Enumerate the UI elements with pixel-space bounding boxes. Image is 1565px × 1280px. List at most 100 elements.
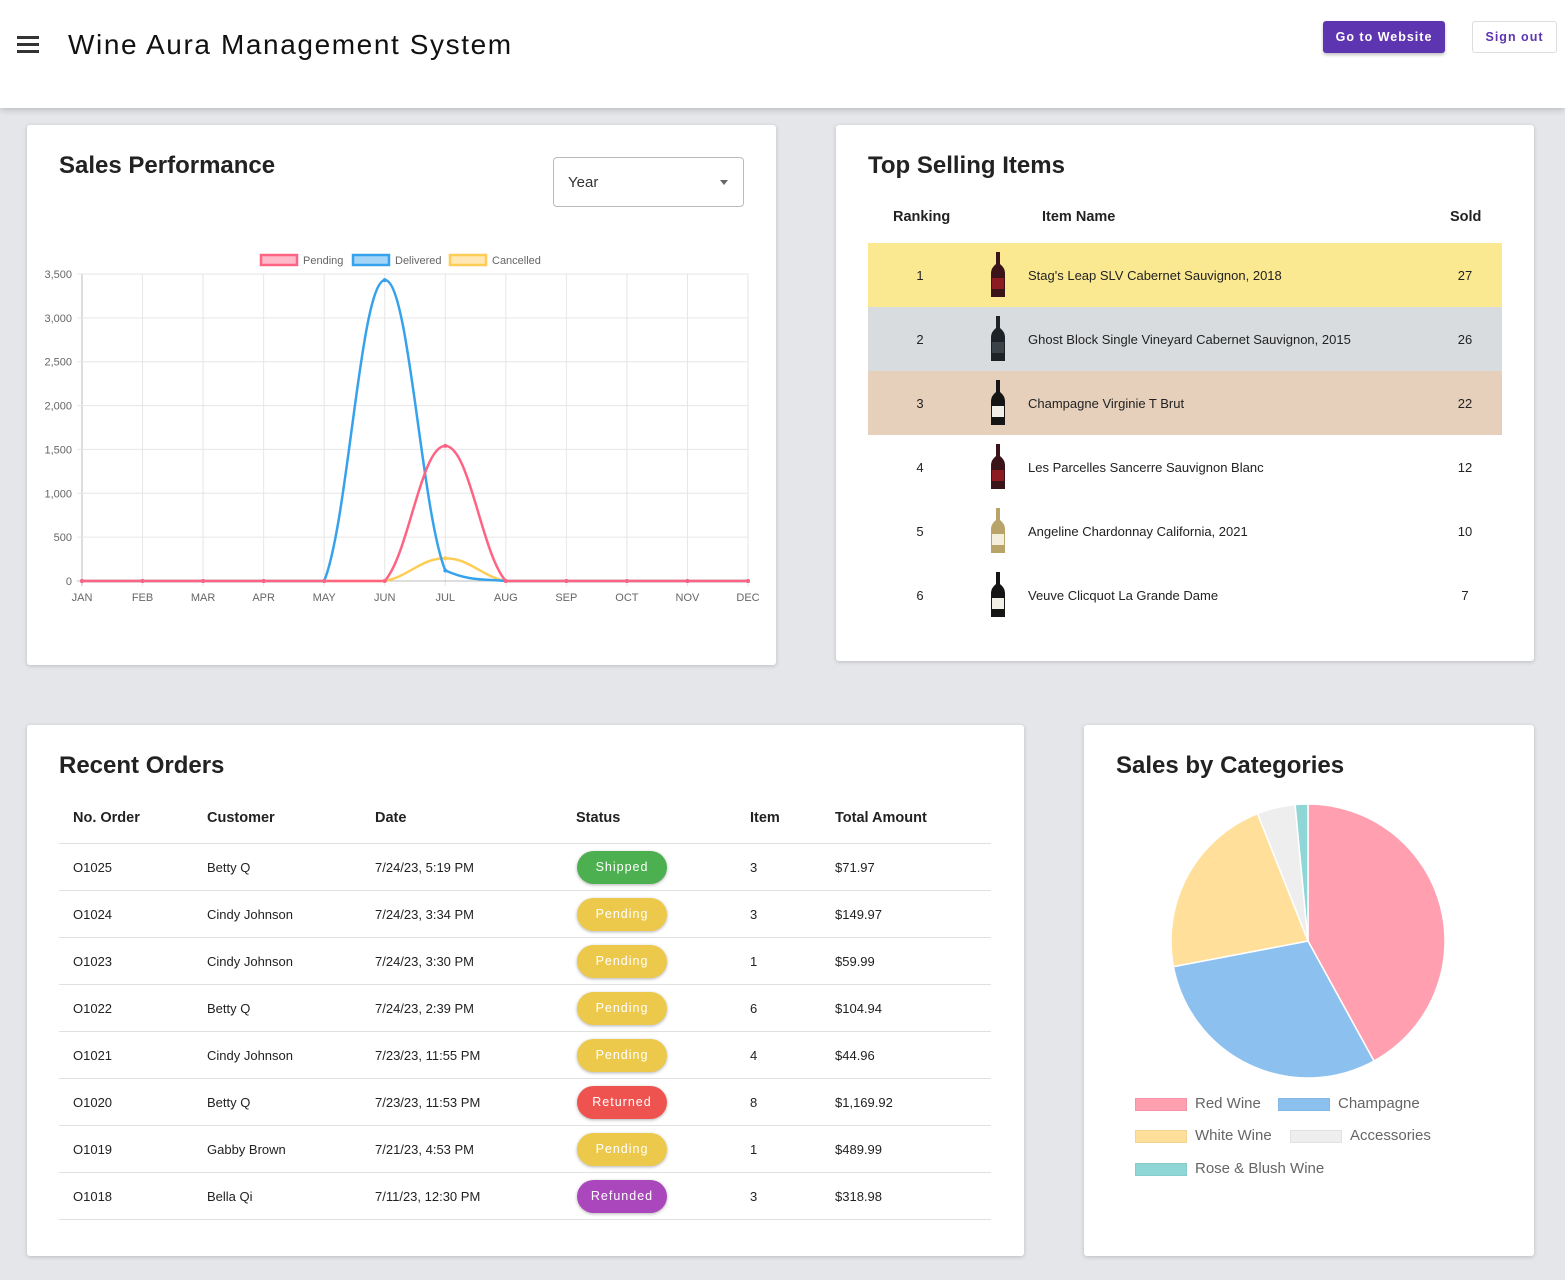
status-badge: Shipped (577, 851, 667, 884)
item-sold-count: 26 (1457, 332, 1473, 347)
y-tick-label: 1,000 (44, 488, 72, 500)
order-date: 7/24/23, 5:19 PM (375, 860, 475, 875)
legend-label[interactable]: Champagne (1338, 1095, 1420, 1112)
column-header-no-order: No. Order (73, 810, 140, 826)
order-item-count: 1 (750, 1142, 758, 1157)
status-badge: Pending (577, 992, 667, 1025)
data-point-cancelled[interactable] (443, 556, 448, 561)
legend-label[interactable]: Delivered (395, 255, 441, 267)
data-point-pending[interactable] (503, 579, 508, 583)
status-badge: Returned (577, 1086, 667, 1119)
data-point-pending[interactable] (80, 579, 84, 583)
recent-orders-card: Recent Orders No. Order Customer Date St… (27, 725, 1024, 1256)
order-row[interactable]: O1020 Betty Q 7/23/23, 11:53 PM 8 $1,169.92 R… (59, 1079, 991, 1126)
app-bar: Wine Aura Management System Go to Websit… (0, 0, 1565, 108)
order-row[interactable]: O1024 Cindy Johnson 7/24/23, 3:34 PM 3 $149.… (59, 891, 991, 938)
order-row[interactable]: O1021 Cindy Johnson 7/23/23, 11:55 PM 4 $44.… (59, 1032, 991, 1079)
recent-orders-title: Recent Orders (59, 752, 225, 779)
hamburger-menu-icon[interactable] (17, 36, 39, 54)
item-sold-count: 10 (1457, 524, 1473, 539)
legend-swatch[interactable] (1135, 1098, 1187, 1111)
series-line-delivered (82, 278, 748, 583)
data-point-delivered[interactable] (443, 568, 448, 573)
order-row[interactable]: O1022 Betty Q 7/24/23, 2:39 PM 6 $104.94 Pend… (59, 985, 991, 1032)
sign-out-button[interactable]: Sign out (1472, 21, 1557, 53)
legend-label[interactable]: Pending (303, 255, 343, 267)
x-tick-label: APR (252, 592, 275, 604)
data-point-pending[interactable] (746, 579, 750, 583)
column-header-total-amount: Total Amount (835, 810, 927, 826)
item-name: Ghost Block Single Vineyard Cabernet Sau… (1028, 332, 1351, 347)
data-point-delivered[interactable] (382, 278, 387, 283)
order-customer: Gabby Brown (207, 1142, 286, 1157)
status-badge: Pending (577, 945, 667, 978)
order-number: O1024 (73, 907, 113, 922)
item-name: Angeline Chardonnay California, 2021 (1028, 524, 1248, 539)
column-header-status: Status (576, 810, 621, 826)
order-row[interactable]: O1019 Gabby Brown 7/21/23, 4:53 PM 1 $489.99… (59, 1126, 991, 1173)
legend-swatch[interactable] (1278, 1098, 1330, 1111)
order-number: O1023 (73, 954, 113, 969)
data-point-pending[interactable] (261, 579, 266, 583)
champagne-bottle-icon (986, 379, 1010, 427)
order-row[interactable]: O1018 Bella Qi 7/11/23, 12:30 PM 3 $318.98 Re… (59, 1173, 991, 1220)
order-row[interactable]: O1023 Cindy Johnson 7/24/23, 3:30 PM 1 $59.9… (59, 938, 991, 985)
x-tick-label: JUL (435, 592, 455, 604)
legend-swatch[interactable] (1135, 1163, 1187, 1176)
champagne-bottle-icon (986, 571, 1010, 619)
status-badge: Refunded (577, 1180, 667, 1213)
order-item-count: 4 (750, 1048, 758, 1063)
order-total: $489.99 (835, 1142, 882, 1157)
data-point-pending[interactable] (140, 579, 145, 583)
column-header-customer: Customer (207, 810, 275, 826)
data-point-pending[interactable] (322, 579, 327, 583)
order-date: 7/24/23, 2:39 PM (375, 1001, 475, 1016)
order-row[interactable]: O1025 Betty Q 7/24/23, 5:19 PM 3 $71.97 Shipp… (59, 844, 991, 891)
data-point-pending[interactable] (685, 579, 690, 583)
legend-swatch-cancelled[interactable] (448, 253, 488, 267)
order-total: $44.96 (835, 1048, 875, 1063)
data-point-pending[interactable] (564, 579, 569, 583)
legend-swatch[interactable] (1135, 1130, 1187, 1143)
y-tick-label: 1,500 (44, 444, 72, 456)
order-item-count: 8 (750, 1095, 758, 1110)
legend-swatch-pending[interactable] (259, 253, 299, 267)
order-number: O1025 (73, 860, 113, 875)
order-item-count: 6 (750, 1001, 758, 1016)
legend-swatch-delivered[interactable] (351, 253, 391, 267)
data-point-pending[interactable] (443, 443, 448, 448)
y-tick-label: 0 (66, 576, 72, 588)
legend-label[interactable]: Accessories (1350, 1127, 1431, 1144)
order-date: 7/24/23, 3:34 PM (375, 907, 475, 922)
data-point-pending[interactable] (624, 579, 629, 583)
order-number: O1018 (73, 1189, 113, 1204)
top-selling-row[interactable]: 6 Veuve Clicquot La Grande Dame 7 (868, 563, 1502, 627)
top-selling-row[interactable]: 1 Stag's Leap SLV Cabernet Sauvignon, 201… (868, 243, 1502, 307)
order-item-count: 3 (750, 860, 758, 875)
x-tick-label: MAY (313, 592, 337, 604)
order-date: 7/11/23, 12:30 PM (375, 1189, 481, 1204)
top-selling-row[interactable]: 3 Champagne Virginie T Brut 22 (868, 371, 1502, 435)
legend-swatch[interactable] (1290, 1130, 1342, 1143)
legend-label[interactable]: Red Wine (1195, 1095, 1261, 1112)
order-number: O1020 (73, 1095, 113, 1110)
top-selling-row[interactable]: 4 Les Parcelles Sancerre Sauvignon Blanc 1… (868, 435, 1502, 499)
top-selling-row[interactable]: 5 Angeline Chardonnay California, 2021 10 (868, 499, 1502, 563)
order-customer: Bella Qi (207, 1189, 253, 1204)
order-customer: Cindy Johnson (207, 1048, 293, 1063)
order-number: O1019 (73, 1142, 113, 1157)
top-selling-row[interactable]: 2 Ghost Block Single Vineyard Cabernet Sa… (868, 307, 1502, 371)
legend-label[interactable]: White Wine (1195, 1127, 1272, 1144)
app-title: Wine Aura Management System (68, 29, 513, 60)
legend-label[interactable]: Rose & Blush Wine (1195, 1160, 1324, 1177)
go-to-website-button[interactable]: Go to Website (1323, 21, 1445, 53)
legend-label[interactable]: Cancelled (492, 255, 541, 267)
x-tick-label: SEP (555, 592, 577, 604)
data-point-pending[interactable] (201, 579, 206, 583)
order-customer: Betty Q (207, 1001, 251, 1016)
item-sold-count: 27 (1457, 268, 1473, 283)
data-point-pending[interactable] (382, 579, 387, 583)
column-header-sold: Sold (1450, 209, 1482, 225)
table-divider (59, 1219, 991, 1220)
x-tick-label: NOV (676, 592, 701, 604)
